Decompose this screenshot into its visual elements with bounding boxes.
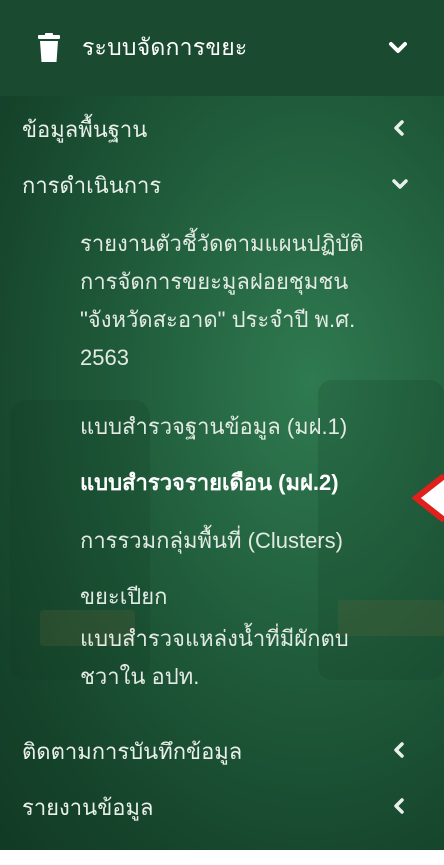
menu-item-label: รายงานข้อมูล: [22, 795, 154, 820]
screenshot-frame: ระบบจัดการขยะ ข้อมูลพื้นฐาน การดำเนินการ: [0, 0, 444, 865]
chevron-left-icon: [390, 796, 410, 816]
submenu-item-label-line: แบบสำรวจฐานข้อมูล (มฝ.1): [80, 414, 348, 439]
submenu-item-monthly-survey[interactable]: แบบสำรวจรายเดือน (มฝ.2): [80, 464, 339, 502]
trash-icon: [38, 33, 60, 63]
menu-item-operations[interactable]: การดำเนินการ: [0, 164, 444, 204]
sidebar-menu: ระบบจัดการขยะ ข้อมูลพื้นฐาน การดำเนินการ: [0, 0, 444, 850]
submenu-item-clean-province-report[interactable]: รายงานตัวชี้วัดตามแผนปฏิบัติ การจัดการขย…: [80, 225, 364, 377]
submenu-item-label-line: แบบสำรวจรายเดือน (มฝ.2): [80, 470, 339, 495]
menu-item-label: ข้อมูลพื้นฐาน: [22, 117, 148, 142]
submenu-item-baseline-survey[interactable]: แบบสำรวจฐานข้อมูล (มฝ.1): [80, 408, 347, 446]
submenu-item-label-line: "จังหวัดสะอาด" ประจำปี พ.ศ.: [80, 307, 356, 332]
submenu-item-water-hyacinth-survey[interactable]: แบบสำรวจแหล่งน้ำที่มีผักตบ ชวาใน อปท.: [80, 620, 349, 696]
menu-item-label: การดำเนินการ: [22, 173, 162, 198]
menu-item-basic-data[interactable]: ข้อมูลพื้นฐาน: [0, 108, 444, 148]
submenu-item-label-line: การรวมกลุ่มพื้นที่ (Clusters): [80, 528, 343, 553]
submenu-item-wet-waste[interactable]: ขยะเปียก: [80, 578, 167, 616]
chevron-left-icon: [390, 740, 410, 760]
submenu-item-area-clusters[interactable]: การรวมกลุ่มพื้นที่ (Clusters): [80, 522, 343, 560]
background-bin-label-right: [338, 600, 444, 636]
submenu-item-label-line: การจัดการขยะมูลฝอยชุมชน: [80, 269, 349, 294]
submenu-item-label-line: ขยะเปียก: [80, 584, 168, 609]
menu-header-waste-system[interactable]: ระบบจัดการขยะ: [0, 0, 444, 96]
submenu-item-label-line: รายงานตัวชี้วัดตามแผนปฏิบัติ: [80, 231, 364, 256]
chevron-down-icon: [388, 38, 408, 58]
menu-item-data-entry-tracking[interactable]: ติดตามการบันทึกข้อมูล: [0, 730, 444, 770]
menu-item-data-report[interactable]: รายงานข้อมูล: [0, 786, 444, 826]
submenu-item-label-line: แบบสำรวจแหล่งน้ำที่มีผักตบ: [80, 626, 349, 651]
submenu-item-label-line: ชวาใน อปท.: [80, 664, 200, 689]
submenu-item-label-line: 2563: [80, 345, 129, 370]
annotation-arrow-icon: [411, 470, 444, 530]
chevron-left-icon: [390, 118, 410, 138]
menu-header-title: ระบบจัดการขยะ: [82, 34, 248, 60]
menu-item-label: ติดตามการบันทึกข้อมูล: [22, 739, 243, 764]
chevron-down-icon: [390, 174, 410, 194]
